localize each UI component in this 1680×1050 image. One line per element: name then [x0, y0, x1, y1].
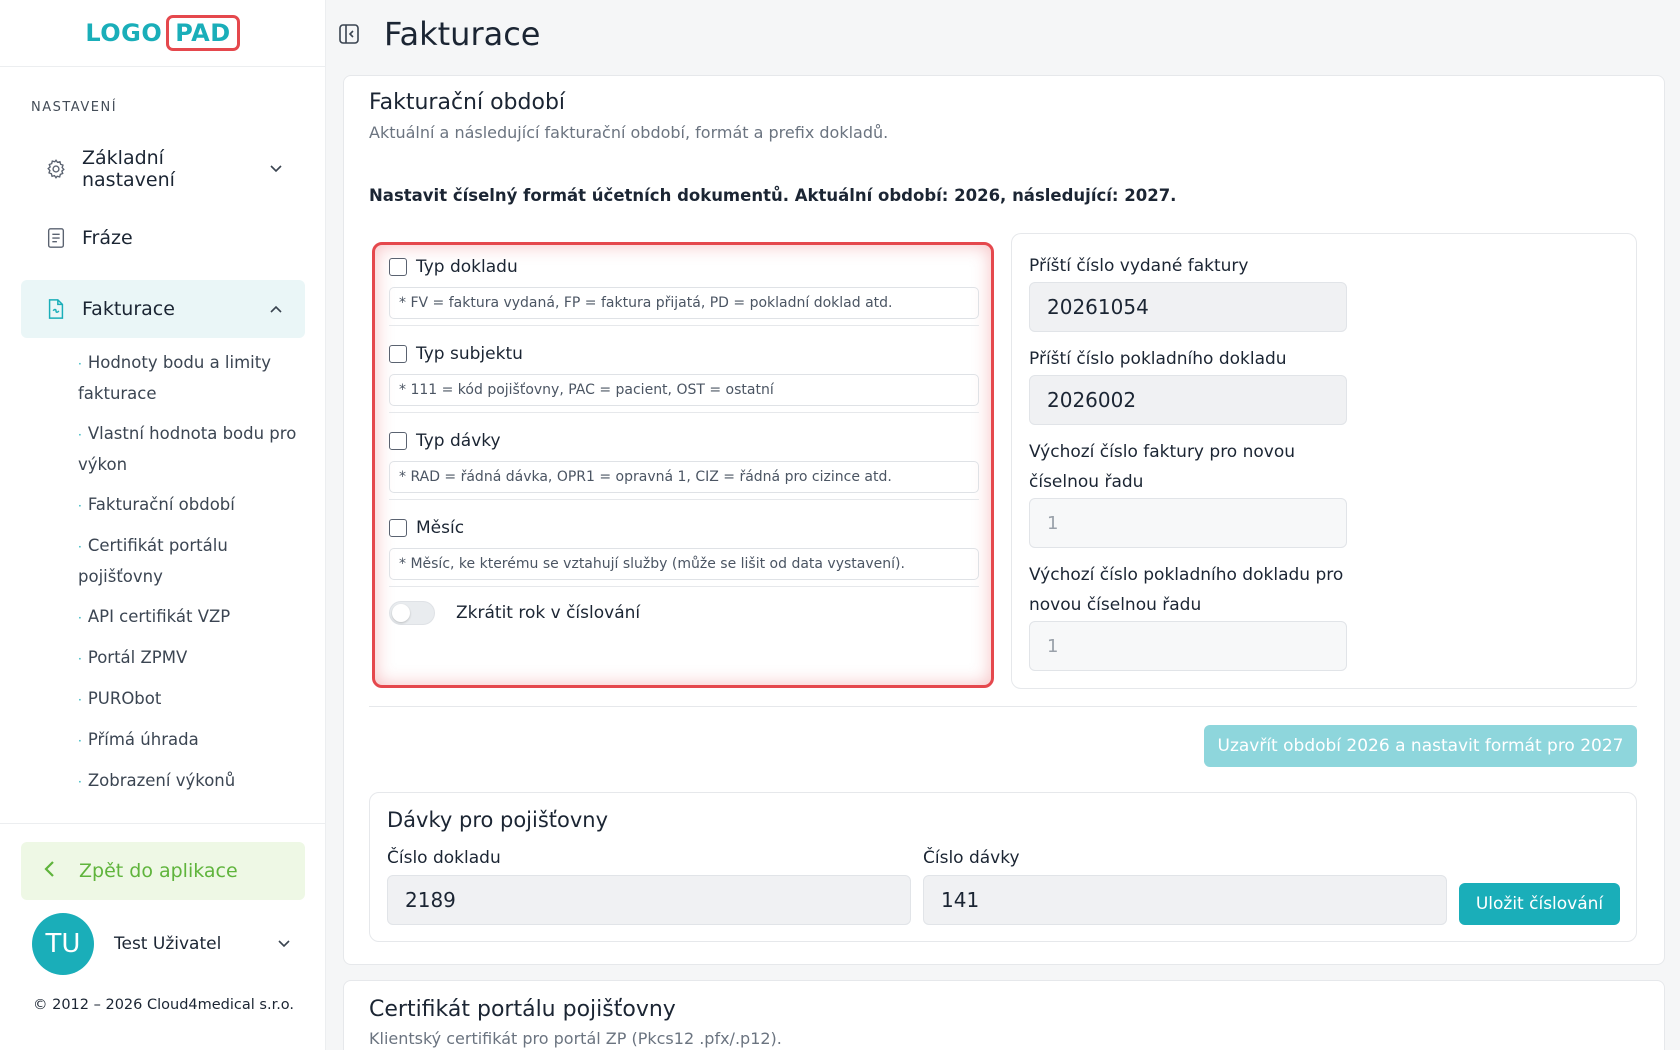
subnav-item[interactable]: · Zobrazení výkonů [78, 766, 308, 797]
subnav-item[interactable]: · PURObot [78, 684, 308, 715]
bullet-icon: · [78, 693, 82, 707]
divider [389, 412, 979, 413]
avatar: TU [32, 913, 94, 975]
bullet-icon: · [78, 652, 82, 666]
divider [369, 706, 1637, 707]
default-invoice-input[interactable]: 1 [1029, 498, 1347, 548]
user-menu[interactable]: TU Test Uživatel [32, 913, 302, 975]
subnav-item[interactable]: · Vlastní hodnota bodu pro výkon [78, 419, 308, 480]
sidebar-item-label: Fakturace [82, 298, 175, 320]
chevron-up-icon [261, 302, 291, 317]
bullet-icon: · [78, 775, 82, 789]
chevron-down-icon [261, 162, 291, 177]
bullet-icon: · [78, 499, 82, 513]
shorten-year-toggle[interactable] [389, 601, 435, 625]
billing-period-subtitle: Aktuální a následující fakturační období… [369, 123, 889, 142]
next-cash-label: Příští číslo pokladního dokladu [1029, 349, 1287, 369]
batches-title: Dávky pro pojišťovny [387, 808, 609, 832]
document-type-checkbox[interactable] [389, 258, 407, 276]
chevron-left-icon [43, 859, 63, 884]
format-option-label: Typ dokladu [416, 257, 518, 277]
format-option-hint: * Měsíc, ke kterému se vztahují služby (… [389, 548, 979, 580]
format-option-document-type: Typ dokladu * FV = faktura vydaná, FP = … [389, 255, 979, 319]
default-cash-input[interactable]: 1 [1029, 621, 1347, 671]
format-option-hint: * RAD = řádná dávka, OPR1 = opravná 1, C… [389, 461, 979, 493]
format-option-label: Typ subjektu [416, 344, 523, 364]
chevron-down-icon [278, 937, 302, 952]
document-number-input[interactable]: 2189 [387, 875, 911, 925]
divider [389, 325, 979, 326]
format-option-label: Měsíc [416, 518, 465, 538]
logo-area: LOGO PAD [0, 0, 325, 67]
month-checkbox[interactable] [389, 519, 407, 537]
next-invoice-input[interactable]: 20261054 [1029, 282, 1347, 332]
bullet-icon: · [78, 357, 82, 371]
subject-type-checkbox[interactable] [389, 345, 407, 363]
billing-period-title: Fakturační období [369, 90, 566, 115]
insurance-batches-box: Dávky pro pojišťovny Číslo dokladu 2189 … [369, 792, 1637, 942]
subnav-item[interactable]: · API certifikát VZP [78, 602, 308, 633]
close-period-button[interactable]: Uzavřít období 2026 a nastavit formát pr… [1204, 725, 1637, 767]
subnav-item[interactable]: · Fakturační období [78, 490, 308, 521]
page-title: Fakturace [384, 14, 541, 53]
format-option-subject-type: Typ subjektu * 111 = kód pojišťovny, PAC… [389, 342, 979, 406]
sidebar: LOGO PAD NASTAVENÍ Základní nastavení Fr… [0, 0, 326, 1050]
subnav-item[interactable]: · Hodnoty bodu a limity fakturace [78, 348, 308, 409]
invoice-icon [41, 298, 71, 320]
sidebar-item-label: Základní nastavení [82, 147, 175, 191]
billing-period-info: Nastavit číselný formát účetních dokumen… [369, 186, 1177, 205]
copyright: © 2012 – 2026 Cloud4medical s.r.o. [33, 997, 295, 1013]
batch-number-input[interactable]: 141 [923, 875, 1447, 925]
bullet-icon: · [78, 428, 82, 442]
back-to-app-button[interactable]: Zpět do aplikace [21, 842, 305, 900]
sidebar-collapse-icon[interactable] [336, 21, 362, 47]
sidebar-item-basic-settings[interactable]: Základní nastavení [21, 140, 305, 198]
batch-type-checkbox[interactable] [389, 432, 407, 450]
number-format-box: Typ dokladu * FV = faktura vydaná, FP = … [372, 242, 994, 688]
shorten-year-label: Zkrátit rok v číslování [456, 603, 641, 623]
back-to-app-label: Zpět do aplikace [79, 860, 238, 882]
format-option-label: Typ dávky [416, 431, 501, 451]
sidebar-item-label: Fráze [82, 227, 133, 249]
gear-icon [41, 158, 71, 180]
shorten-year-option: Zkrátit rok v číslování [389, 601, 640, 625]
user-name: Test Uživatel [114, 934, 222, 954]
document-number-label: Číslo dokladu [387, 848, 501, 868]
subnav-item[interactable]: · Portál ZPMV [78, 643, 308, 674]
certificate-title: Certifikát portálu pojišťovny [369, 997, 676, 1022]
header: Fakturace [326, 0, 1680, 67]
next-invoice-label: Příští číslo vydané faktury [1029, 256, 1249, 276]
bullet-icon: · [78, 734, 82, 748]
bullet-icon: · [78, 611, 82, 625]
save-numbering-button[interactable]: Uložit číslování [1459, 883, 1620, 925]
format-option-month: Měsíc * Měsíc, ke kterému se vztahují sl… [389, 516, 979, 580]
default-invoice-label: Výchozí číslo faktury pro novou číselnou… [1029, 442, 1296, 492]
document-icon [41, 227, 71, 249]
sidebar-divider [0, 823, 326, 824]
logo-text: LOGO [85, 19, 163, 47]
next-numbers-box: Příští číslo vydané faktury 20261054 Pří… [1011, 233, 1637, 689]
format-option-hint: * 111 = kód pojišťovny, PAC = pacient, O… [389, 374, 979, 406]
subnav-item[interactable]: · Certifikát portálu pojišťovny [78, 531, 308, 592]
logo[interactable]: LOGO PAD [85, 15, 240, 51]
divider [389, 586, 979, 587]
bullet-icon: · [78, 540, 82, 554]
certificate-subtitle: Klientský certifikát pro portál ZP (Pkcs… [369, 1029, 782, 1048]
batch-number-label: Číslo dávky [923, 848, 1020, 868]
default-cash-label: Výchozí číslo pokladního dokladu pro nov… [1029, 565, 1344, 615]
format-option-hint: * FV = faktura vydaná, FP = faktura přij… [389, 287, 979, 319]
format-option-batch-type: Typ dávky * RAD = řádná dávka, OPR1 = op… [389, 429, 979, 493]
logo-badge: PAD [166, 15, 240, 51]
sidebar-section-title: NASTAVENÍ [31, 100, 118, 115]
billing-subnav: · Hodnoty bodu a limity fakturace · Vlastn… [78, 348, 308, 807]
sidebar-item-billing[interactable]: Fakturace [21, 280, 305, 338]
next-cash-input[interactable]: 2026002 [1029, 375, 1347, 425]
divider [389, 499, 979, 500]
subnav-item[interactable]: · Přímá úhrada [78, 725, 308, 756]
sidebar-item-phrases[interactable]: Fráze [21, 209, 305, 267]
